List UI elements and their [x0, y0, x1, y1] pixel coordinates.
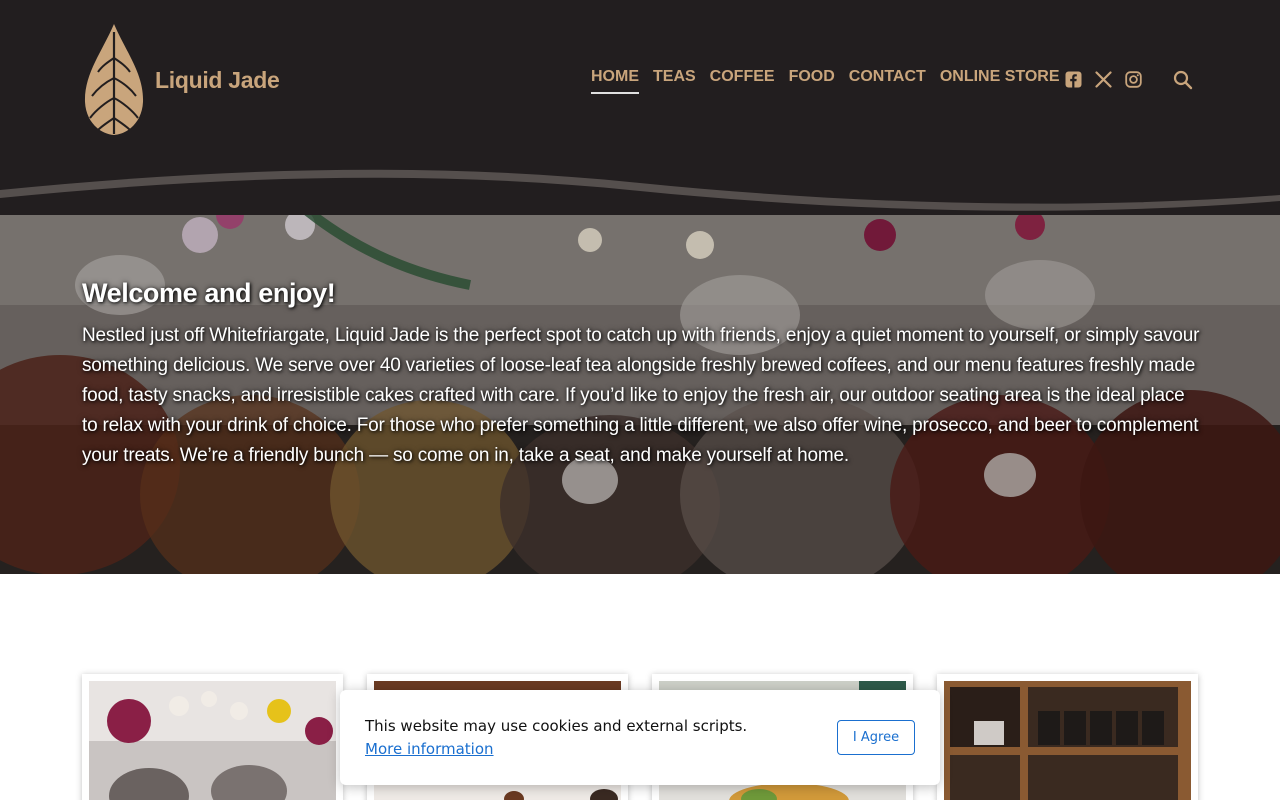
- brand-link[interactable]: Liquid Jade: [82, 22, 280, 138]
- agree-button[interactable]: I Agree: [837, 720, 915, 755]
- card-image-tea-shelves: [944, 681, 1191, 800]
- nav-home[interactable]: HOME: [591, 68, 639, 94]
- cookie-banner: This website may use cookies and externa…: [340, 690, 940, 785]
- nav-teas[interactable]: TEAS: [653, 68, 696, 91]
- nav-food[interactable]: FOOD: [789, 68, 835, 91]
- hero-content: Welcome and enjoy! Nestled just off Whit…: [82, 278, 1202, 471]
- header-wave: [0, 165, 1280, 211]
- hero-section: Welcome and enjoy! Nestled just off Whit…: [0, 165, 1280, 574]
- cookie-message: This website may use cookies and externa…: [365, 717, 748, 735]
- facebook-icon[interactable]: [1064, 70, 1083, 89]
- x-icon[interactable]: [1094, 70, 1113, 89]
- hero-text: Nestled just off Whitefriargate, Liquid …: [82, 325, 1200, 466]
- feature-card[interactable]: [937, 674, 1198, 800]
- main-nav: HOME TEAS COFFEE FOOD CONTACT ONLINE STO…: [591, 68, 1074, 94]
- more-information-link[interactable]: More information: [365, 740, 494, 758]
- nav-coffee[interactable]: COFFEE: [710, 68, 775, 91]
- feature-card[interactable]: [82, 674, 343, 800]
- nav-contact[interactable]: CONTACT: [849, 68, 926, 91]
- instagram-icon[interactable]: [1124, 70, 1143, 89]
- card-image-teapots: [89, 681, 336, 800]
- nav-online-store[interactable]: ONLINE STORE: [940, 68, 1060, 91]
- hero-title: Welcome and enjoy!: [82, 278, 336, 308]
- social-links: [1064, 70, 1154, 89]
- brand-name[interactable]: Liquid Jade: [155, 67, 280, 94]
- search-icon[interactable]: [1173, 70, 1193, 90]
- leaf-icon: [84, 24, 144, 135]
